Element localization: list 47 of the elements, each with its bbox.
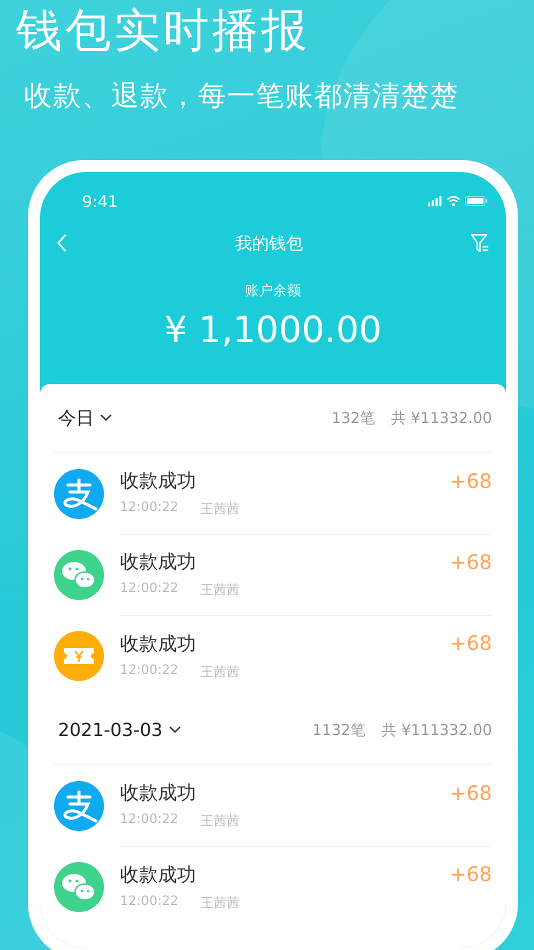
swirl-icon [54,468,104,518]
transaction-row[interactable]: 收款成功 12:00:22 王茜茜 +68 [54,534,492,615]
payer-name: 王茜茜 [200,813,240,830]
payer-name: 王茜茜 [200,664,240,680]
back-icon[interactable] [56,233,68,253]
transaction-time: 12:00:22 [120,812,178,829]
payer-name: 王茜茜 [200,894,240,912]
transaction-title: 收款成功 [120,781,197,806]
caret-icon [100,414,112,422]
nav-title: 我的钱包 [235,232,303,254]
status-icons-drawing [428,195,488,207]
transaction-amount: +68 [450,468,492,492]
filter-icon[interactable] [470,233,490,253]
caret-icon [168,726,181,734]
transaction-title: 收款成功 [120,632,197,656]
transaction-time: 12:00:22 [120,581,178,598]
transaction-count: 132笔 [331,408,376,428]
date-dropdown[interactable]: 今日 [54,406,112,430]
transaction-title: 收款成功 [120,862,197,888]
payer-name: 王茜茜 [200,582,240,599]
transaction-amount: +68 [450,780,492,804]
transaction-amount: +68 [450,550,492,574]
subheadline: 收款、退款，每一笔账都清清楚楚 [24,78,460,114]
transaction-row[interactable]: 收款成功 12:00:22 王茜茜 +68 [54,453,492,534]
transaction-title: 收款成功 [120,550,197,575]
transaction-count: 1132笔 [312,720,366,740]
ticket-icon [54,630,104,680]
total-amount: 共 ¥11332.00 [391,408,492,428]
chat-bubbles-icon [54,550,104,600]
transaction-row[interactable]: 收款成功 12:00:22 王茜茜 +68 [54,846,492,927]
balance-label: 账户余额 [244,282,302,300]
transaction-time: 12:00:22 [120,662,178,680]
transaction-amount: +68 [450,862,492,886]
transaction-title: 收款成功 [120,469,197,494]
transaction-amount: +68 [450,631,492,655]
headline: 钱包实时播报 [16,2,311,59]
balance-amount: ¥ 1,1000.00 [163,309,383,353]
status-time: 9:41 [82,192,118,210]
transaction-row[interactable]: 收款成功 12:00:22 王茜茜 +68 [54,765,492,846]
transaction-row[interactable]: 收款成功 12:00:22 王茜茜 +68 [54,615,492,696]
chat-bubbles-icon [54,862,104,912]
total-amount: 共 ¥111332.00 [382,720,492,740]
transaction-time: 12:00:22 [120,894,178,910]
swirl-icon [54,780,104,830]
payer-name: 王茜茜 [200,501,240,518]
transaction-time: 12:00:22 [120,500,178,517]
date-dropdown[interactable]: 2021-03-03 [54,720,181,740]
